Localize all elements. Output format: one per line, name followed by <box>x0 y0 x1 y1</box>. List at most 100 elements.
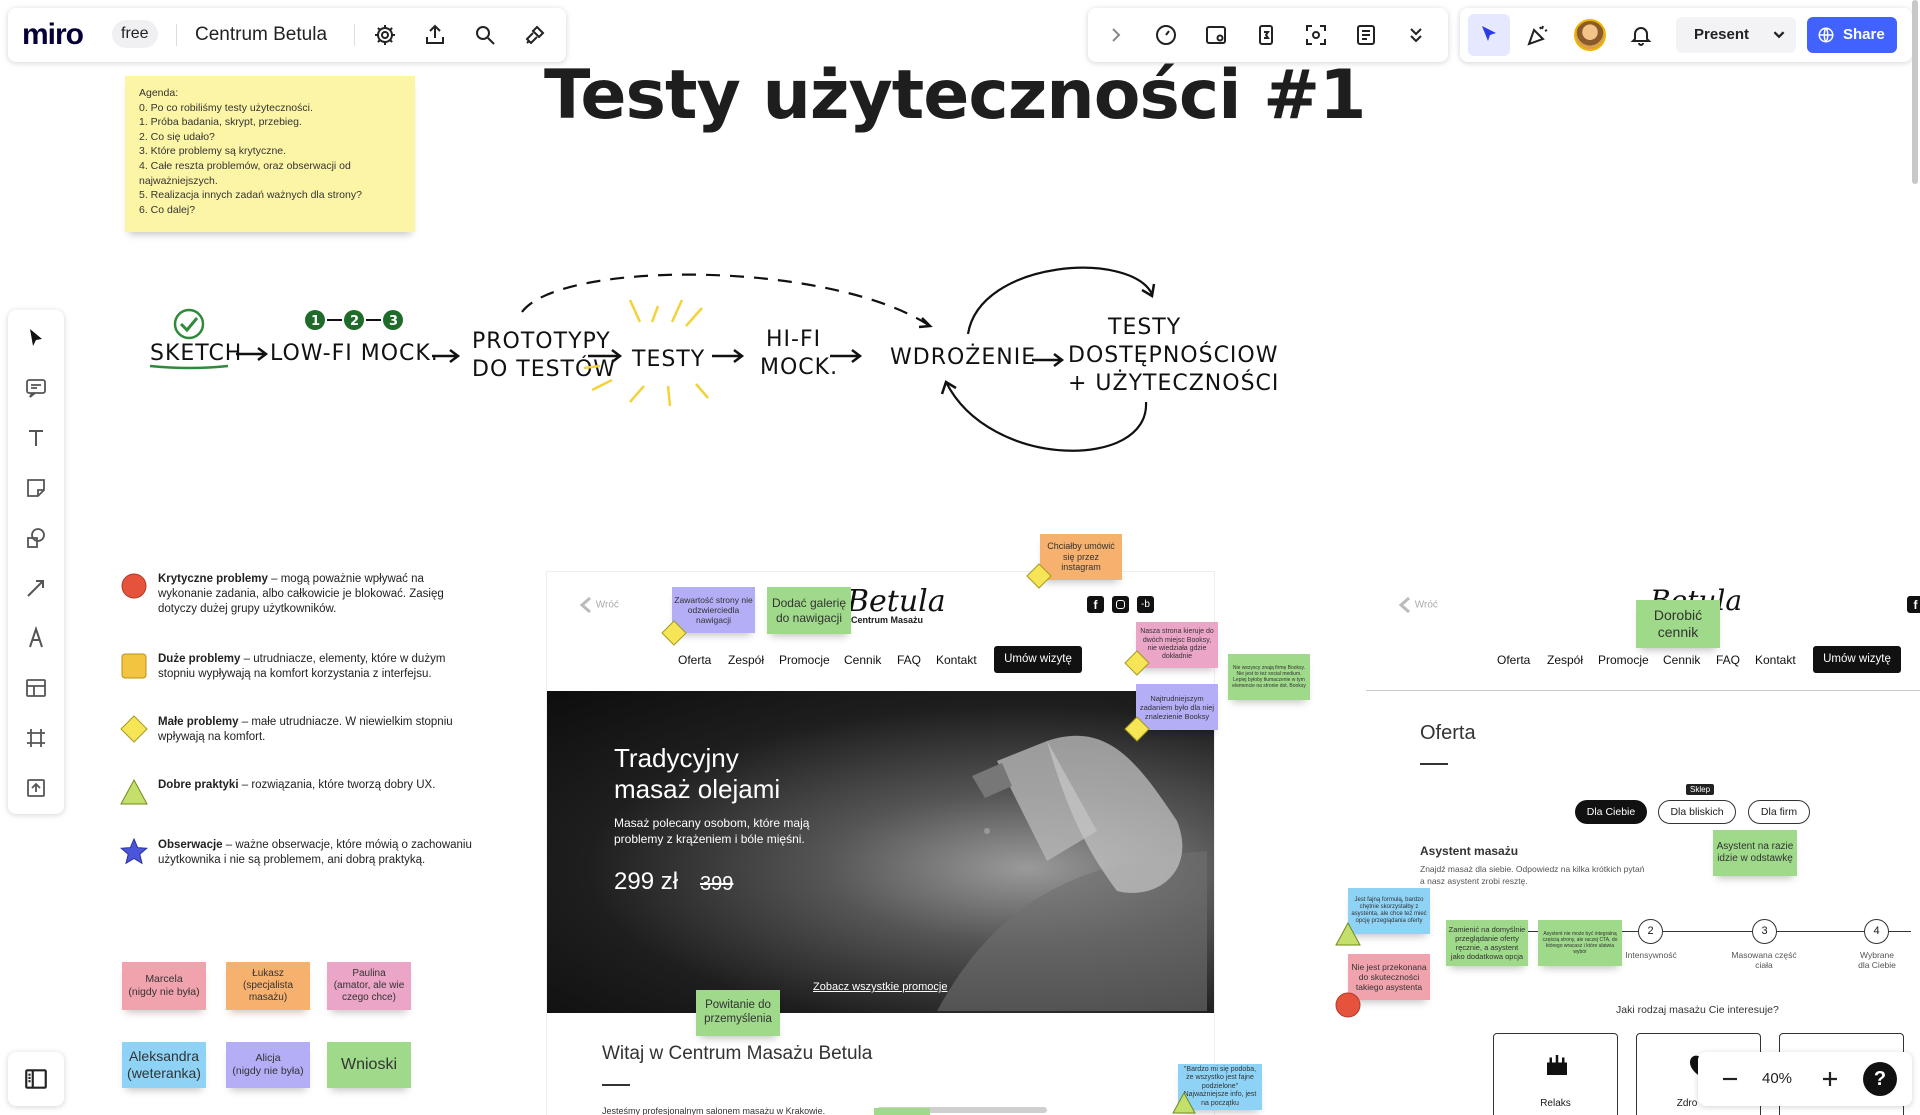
zoom-out-minus-icon[interactable] <box>1712 1061 1748 1097</box>
nav-zespol[interactable]: Zespół <box>728 653 764 667</box>
notes-icon[interactable] <box>1348 17 1384 53</box>
participant-sticky-aleksandra[interactable]: Aleksandra (weteranka) <box>122 1042 206 1088</box>
nav-zespol[interactable]: Zespół <box>1547 653 1583 667</box>
legend-observation[interactable]: Obserwacje – ważne obserwacje, które mów… <box>120 838 472 890</box>
participant-sticky-marcela[interactable]: Marcela (nigdy nie była) <box>122 962 206 1010</box>
export-upload-icon[interactable] <box>417 17 453 53</box>
settings-gear-icon[interactable] <box>367 17 403 53</box>
notifications-bell-icon[interactable] <box>1623 17 1659 53</box>
card-relaks[interactable]: Relaks <box>1493 1033 1618 1115</box>
book-visit-button[interactable]: Umów wizytę <box>994 646 1082 673</box>
present-dropdown-chevron-icon[interactable] <box>1768 23 1790 50</box>
facebook-icon[interactable]: f <box>1087 596 1104 613</box>
frame-card-icon[interactable] <box>1198 17 1234 53</box>
chevron-right-icon[interactable] <box>1098 17 1134 53</box>
user-avatar[interactable] <box>1574 19 1606 51</box>
voting-3-icon[interactable] <box>1248 17 1284 53</box>
nav-faq[interactable]: FAQ <box>897 653 921 667</box>
feedback-sticky-instagram[interactable]: Chciałby umówić się przez instagram <box>1040 534 1122 580</box>
legend-critical[interactable]: Krytyczne problemy – mogą poważnie wpływ… <box>120 572 470 624</box>
pen-icon[interactable] <box>18 620 54 656</box>
chevrons-down-icon[interactable] <box>1398 17 1434 53</box>
nav-faq[interactable]: FAQ <box>1716 653 1740 667</box>
select-cursor-icon[interactable] <box>18 320 54 356</box>
feedback-sticky-booksy-unknown[interactable]: Nie wszyscy znają firmę Booksy. Nie jest… <box>1228 654 1310 700</box>
participant-sticky-paulina[interactable]: Paulina (amator, ale wie czego chce) <box>327 962 411 1010</box>
help-button[interactable]: ? <box>1863 1062 1897 1096</box>
nav-promocje[interactable]: Promocje <box>1598 653 1649 667</box>
participant-sticky-lukasz[interactable]: Łukasz (specjalista masażu) <box>226 962 310 1010</box>
booksy-icon[interactable]: -b <box>1137 596 1154 613</box>
good-practice-triangle[interactable] <box>1335 922 1361 946</box>
tab-dla-firm[interactable]: Dla firm <box>1748 800 1810 824</box>
agenda-sticky[interactable]: Agenda: 0. Po co robiliśmy testy użytecz… <box>125 76 415 232</box>
feedback-sticky-gallery[interactable]: Dodać galerię do nawigacji <box>767 587 851 634</box>
nav-oferta[interactable]: Oferta <box>678 653 711 667</box>
feedback-sticky-assistant-cta[interactable]: Asystent nie może być integralną częścią… <box>1538 920 1622 966</box>
minor-problem-diamond[interactable] <box>1124 716 1150 742</box>
zoom-in-plus-icon[interactable] <box>1812 1061 1848 1097</box>
feedback-sticky-assistant-default[interactable]: Zamienić na domyślnie przeglądanie ofert… <box>1446 920 1528 966</box>
shapes-icon[interactable] <box>18 520 54 556</box>
legend-major[interactable]: Duże problemy – utrudniacze, elementy, k… <box>120 652 470 692</box>
text-tool-icon[interactable] <box>18 420 54 456</box>
facebook-icon[interactable]: f <box>1907 596 1920 613</box>
minor-problem-diamond[interactable] <box>661 620 687 646</box>
search-icon[interactable] <box>467 17 503 53</box>
cursor-follow-icon[interactable] <box>1468 14 1510 56</box>
feedback-sticky-assistant-shelved[interactable]: Asystent na razie idzie w odstawkę <box>1713 830 1797 876</box>
timer-icon[interactable] <box>1148 17 1184 53</box>
tab-dla-bliskich[interactable]: Dla bliskich <box>1658 800 1736 824</box>
brand-logo[interactable]: Betula Centrum Masażu <box>847 584 946 625</box>
plan-badge[interactable]: free <box>112 20 158 48</box>
mockup-homepage-frame[interactable]: Wróć Betula Centrum Masażu f -b Oferta Z… <box>547 572 1214 1115</box>
all-promotions-link[interactable]: Zobacz wszystkie promocje <box>813 981 948 993</box>
zoom-level[interactable]: 40% <box>1762 1070 1792 1087</box>
minor-problem-diamond[interactable] <box>1026 563 1052 589</box>
upload-icon[interactable] <box>18 770 54 806</box>
back-link[interactable]: Wróć <box>579 596 619 614</box>
book-visit-button[interactable]: Umów wizytę <box>1813 646 1901 673</box>
sidebar-toggle-button[interactable] <box>8 1052 64 1106</box>
legend-minor[interactable]: Małe problemy – małe utrudniacze. W niew… <box>120 715 470 755</box>
participant-sticky-alicja[interactable]: Alicja (nigdy nie była) <box>226 1042 310 1088</box>
comment-icon[interactable] <box>18 370 54 406</box>
frame-icon[interactable] <box>18 720 54 756</box>
present-button[interactable]: Present <box>1676 17 1796 53</box>
miro-logo[interactable]: miro <box>22 18 84 52</box>
step-circle[interactable]: 2 <box>1638 919 1663 944</box>
legend-title: Dobre praktyki <box>158 779 239 791</box>
minor-problem-diamond[interactable] <box>1124 650 1150 676</box>
instagram-icon[interactable] <box>1112 596 1129 613</box>
flow-step-prototypy: PROTOTYPY <box>472 329 611 354</box>
reactions-party-icon[interactable] <box>1520 17 1556 53</box>
tab-dla-ciebie[interactable]: Dla Ciebie <box>1575 800 1647 824</box>
nav-kontakt[interactable]: Kontakt <box>936 653 977 667</box>
nav-promocje[interactable]: Promocje <box>779 653 830 667</box>
good-practice-triangle[interactable] <box>1172 1092 1196 1114</box>
nav-cennik[interactable]: Cennik <box>1663 653 1700 667</box>
legend-good-practice[interactable]: Dobre praktyki – rozwiązania, które twor… <box>120 778 470 808</box>
back-link[interactable]: Wróć <box>1398 596 1438 614</box>
conclusions-sticky[interactable]: Wnioski <box>327 1042 411 1088</box>
share-button[interactable]: Share <box>1807 17 1897 53</box>
step-circle[interactable]: 4 <box>1864 919 1889 944</box>
connection-line-icon[interactable] <box>18 570 54 606</box>
canvas-scrollbar[interactable] <box>1912 0 1918 184</box>
focus-frame-icon[interactable] <box>1298 17 1334 53</box>
agenda-line: 6. Co dalej? <box>139 203 196 216</box>
integrations-plug-icon[interactable] <box>517 17 553 53</box>
step-circle[interactable]: 3 <box>1752 919 1777 944</box>
mockup-offer-frame[interactable]: Wróć Betula asażu f Oferta Zespół Promoc… <box>1366 572 1920 1115</box>
board-name[interactable]: Centrum Betula <box>195 24 327 46</box>
sticky-note-icon[interactable] <box>18 470 54 506</box>
critical-problem-circle[interactable] <box>1335 992 1361 1018</box>
nav-cennik[interactable]: Cennik <box>844 653 881 667</box>
left-toolbar <box>8 310 64 814</box>
process-flow-sketch[interactable]: SKETCH 1 2 3 LOW-FI MOCK. PROTOTYPY DO T… <box>130 250 1280 470</box>
feedback-sticky-greeting[interactable]: Powitanie do przemyślenia <box>696 990 780 1036</box>
templates-icon[interactable] <box>18 670 54 706</box>
nav-oferta[interactable]: Oferta <box>1497 653 1530 667</box>
feedback-sticky-price-list[interactable]: Dorobić cennik <box>1636 600 1720 648</box>
nav-kontakt[interactable]: Kontakt <box>1755 653 1796 667</box>
